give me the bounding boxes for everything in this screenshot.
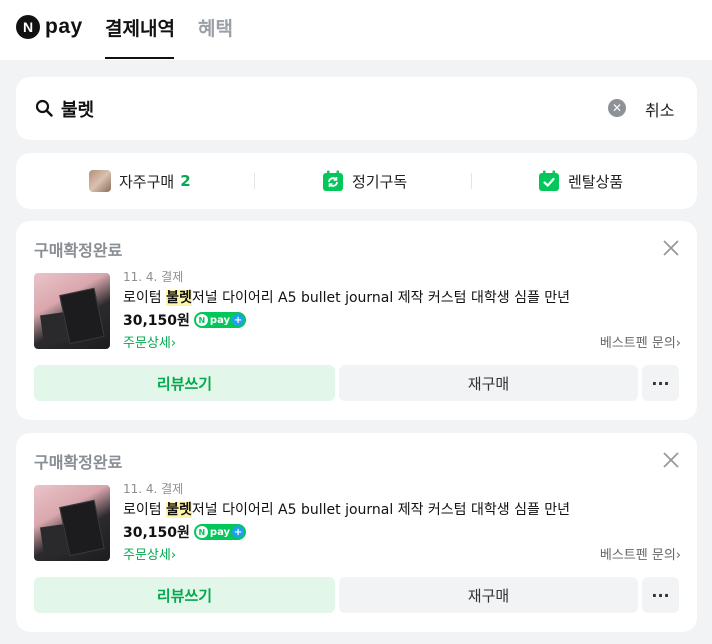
npay-n-icon: N [195, 314, 208, 326]
calendar-repeat-icon [323, 170, 343, 191]
seller-inquiry-link[interactable]: 베스트펜 문의› [600, 332, 681, 351]
search-bar: 불렛 ✕ 취소 [16, 77, 697, 140]
order-status: 구매확정완료 [34, 241, 123, 260]
divider [471, 173, 472, 189]
filter-subscription[interactable]: 정기구독 [322, 169, 407, 193]
filter-label: 정기구독 [352, 172, 408, 191]
chevron-right-icon: › [675, 336, 681, 351]
product-price: 30,150원 Npay + [123, 310, 247, 330]
more-options-button[interactable]: ··· [642, 577, 679, 613]
clear-search-icon[interactable]: ✕ [608, 99, 626, 117]
order-detail-link[interactable]: 주문상세› [123, 332, 176, 351]
close-icon[interactable] [662, 451, 680, 469]
plus-icon: + [232, 314, 245, 326]
search-input[interactable]: 불렛 [61, 96, 94, 122]
chevron-right-icon: › [170, 336, 177, 351]
order-status: 구매확정완료 [34, 453, 123, 472]
divider [254, 173, 255, 189]
calendar-check-icon [539, 170, 559, 191]
product-image[interactable] [34, 273, 110, 349]
order-card: 구매확정완료 11. 4. 결제 로이텀 불렛저널 다이어리 A5 bullet… [16, 221, 697, 420]
filter-frequent-purchase[interactable]: 자주구매 2 [89, 169, 191, 193]
npay-logo-text: pay [45, 15, 83, 38]
rebuy-button[interactable]: 재구매 [339, 577, 638, 613]
chevron-right-icon: › [170, 548, 177, 563]
more-options-button[interactable]: ··· [642, 365, 679, 401]
filter-count: 2 [180, 172, 191, 190]
filter-label: 자주구매 [119, 172, 175, 191]
npay-n-icon: N [195, 526, 208, 538]
tab-benefits[interactable]: 혜택 [198, 14, 233, 41]
cancel-search-button[interactable]: 취소 [645, 97, 674, 121]
write-review-button[interactable]: 리뷰쓰기 [34, 577, 335, 613]
write-review-button[interactable]: 리뷰쓰기 [34, 365, 335, 401]
product-price: 30,150원 Npay + [123, 522, 247, 542]
product-thumbnail-icon [89, 170, 111, 192]
order-detail-link[interactable]: 주문상세› [123, 544, 176, 563]
payment-date: 11. 4. 결제 [123, 482, 184, 496]
close-icon[interactable] [662, 239, 680, 257]
payment-date: 11. 4. 결제 [123, 270, 184, 284]
order-card: 구매확정완료 11. 4. 결제 로이텀 불렛저널 다이어리 A5 bullet… [16, 433, 697, 632]
rebuy-button[interactable]: 재구매 [339, 365, 638, 401]
search-icon [35, 99, 53, 117]
npay-plus-badge: Npay + [193, 312, 247, 328]
search-highlight: 불렛 [166, 502, 192, 518]
seller-inquiry-link[interactable]: 베스트펜 문의› [600, 544, 681, 563]
top-navigation: N pay 결제내역 혜택 [0, 0, 712, 60]
chevron-right-icon: › [675, 548, 681, 563]
filter-label: 렌탈상품 [568, 172, 624, 191]
filter-shortcuts: 자주구매 2 정기구독 렌탈상품 [16, 153, 697, 209]
npay-logo[interactable]: N pay [16, 14, 83, 40]
product-title[interactable]: 로이텀 불렛저널 다이어리 A5 bullet journal 제작 커스텀 대… [123, 287, 570, 307]
tab-payment-history[interactable]: 결제내역 [105, 14, 175, 41]
plus-icon: + [232, 526, 245, 538]
npay-logo-badge: N [16, 15, 40, 39]
search-highlight: 불렛 [166, 290, 192, 306]
filter-rental[interactable]: 렌탈상품 [538, 169, 623, 193]
product-image[interactable] [34, 485, 110, 561]
product-title[interactable]: 로이텀 불렛저널 다이어리 A5 bullet journal 제작 커스텀 대… [123, 499, 570, 519]
tab-active-underline [105, 57, 174, 59]
npay-plus-badge: Npay + [193, 524, 247, 540]
